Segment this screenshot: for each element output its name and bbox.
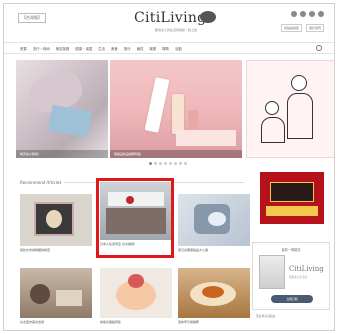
section-title: Recommend Articles <box>20 180 62 185</box>
social-links <box>291 11 324 17</box>
facebook-icon[interactable] <box>309 11 315 17</box>
hero-slide-main[interactable]: 保養品新品推薦特集 <box>110 60 242 158</box>
article-title: 週末早午餐推薦 <box>178 320 200 324</box>
site-logo[interactable]: CitiLiving <box>134 10 206 26</box>
about-link[interactable]: 關於我們 <box>305 24 324 32</box>
carousel-dot[interactable] <box>154 162 157 165</box>
article-title: 台北夜市美食巡禮 <box>20 320 45 324</box>
nav-item-love[interactable]: 兩性 <box>137 46 144 51</box>
site-header: 【台灣版】 CitiLiving 都會女子的生活情報誌・線上版 寫給編輯部 關於… <box>4 4 334 40</box>
hero-caption: 每天的小確幸！ <box>16 150 108 158</box>
article-card[interactable]: 夏日必備保養品大公開 <box>178 194 250 252</box>
article-title: 夏日必備保養品大公開 <box>178 248 209 252</box>
nav-item-feature[interactable]: 專題 <box>162 46 169 51</box>
carousel-dot[interactable] <box>174 162 177 165</box>
site-tagline: 都會女子的生活情報誌・線上版 <box>154 28 197 32</box>
article-card[interactable]: 台北夜市美食巡禮 <box>20 268 92 324</box>
twitter-icon[interactable] <box>300 11 306 17</box>
carousel-dot[interactable] <box>164 162 167 165</box>
article-card[interactable]: 週末早午餐推薦 <box>178 268 250 324</box>
article-thumbnail <box>20 194 92 246</box>
main-nav: 首頁 流行・時尚 美容保養 健康・減重 生活 美食 旅行 兩性 娛樂 專題 活動 <box>4 42 334 54</box>
site-region-tag[interactable]: 【台灣版】 <box>18 13 46 23</box>
instagram-icon[interactable] <box>291 11 297 17</box>
article-title: 探訪文青咖啡廳的秘密 <box>20 248 51 252</box>
carousel-dot[interactable] <box>184 162 187 165</box>
nav-item-travel[interactable]: 旅行 <box>124 46 131 51</box>
header-links: 寫給編輯部 關於我們 <box>280 24 324 32</box>
selection-highlight <box>96 178 174 258</box>
magazine-promo-box: 最新一期雜誌 CitiLiving 都會女子生活誌 立即訂閱 <box>252 242 330 310</box>
carousel-dot[interactable] <box>179 162 182 165</box>
carousel-dot[interactable] <box>169 162 172 165</box>
carousel-dot[interactable] <box>159 162 162 165</box>
article-thumbnail <box>100 268 172 318</box>
promo-note[interactable]: 更多資訊請點此 <box>256 314 276 318</box>
nav-item-health[interactable]: 健康・減重 <box>75 46 92 51</box>
line-icon[interactable] <box>318 11 324 17</box>
subscribe-button[interactable]: 立即訂閱 <box>271 295 313 303</box>
browser-page: 【台灣版】 CitiLiving 都會女子的生活情報誌・線上版 寫給編輯部 關於… <box>3 3 335 331</box>
article-thumbnail <box>20 268 92 318</box>
nav-item-food[interactable]: 美食 <box>111 46 118 51</box>
promo-title: 最新一期雜誌 <box>281 248 301 252</box>
nav-item-events[interactable]: 活動 <box>175 46 182 51</box>
nav-item-entertainment[interactable]: 娛樂 <box>149 46 156 51</box>
hero-slide-right[interactable] <box>246 60 334 158</box>
article-thumbnail <box>178 194 250 246</box>
article-card[interactable]: 探訪文青咖啡廳的秘密 <box>20 194 92 252</box>
hero-slide-left[interactable]: 每天的小確幸！ <box>16 60 108 158</box>
sidebar-ad-banner[interactable] <box>260 172 324 224</box>
search-icon[interactable] <box>316 45 322 51</box>
magazine-cover-image[interactable] <box>259 255 285 289</box>
logo-badge-icon <box>200 11 216 23</box>
nav-item-life[interactable]: 生活 <box>98 46 105 51</box>
nav-item-home[interactable]: 首頁 <box>20 46 27 51</box>
carousel-dot[interactable] <box>149 162 152 165</box>
article-thumbnail <box>178 268 250 318</box>
nav-item-beauty[interactable]: 美容保養 <box>56 46 70 51</box>
hero-caption: 保養品新品推薦特集 <box>110 150 242 158</box>
nav-item-fashion[interactable]: 流行・時尚 <box>33 46 50 51</box>
promo-subtitle: 都會女子生活誌 <box>289 276 308 279</box>
carousel-dots <box>149 162 187 165</box>
promo-logo: CitiLiving <box>289 265 324 273</box>
contact-editor-link[interactable]: 寫給編輯部 <box>280 24 302 32</box>
article-title: 療癒系甜點特集 <box>100 320 122 324</box>
article-card[interactable]: 療癒系甜點特集 <box>100 268 172 324</box>
